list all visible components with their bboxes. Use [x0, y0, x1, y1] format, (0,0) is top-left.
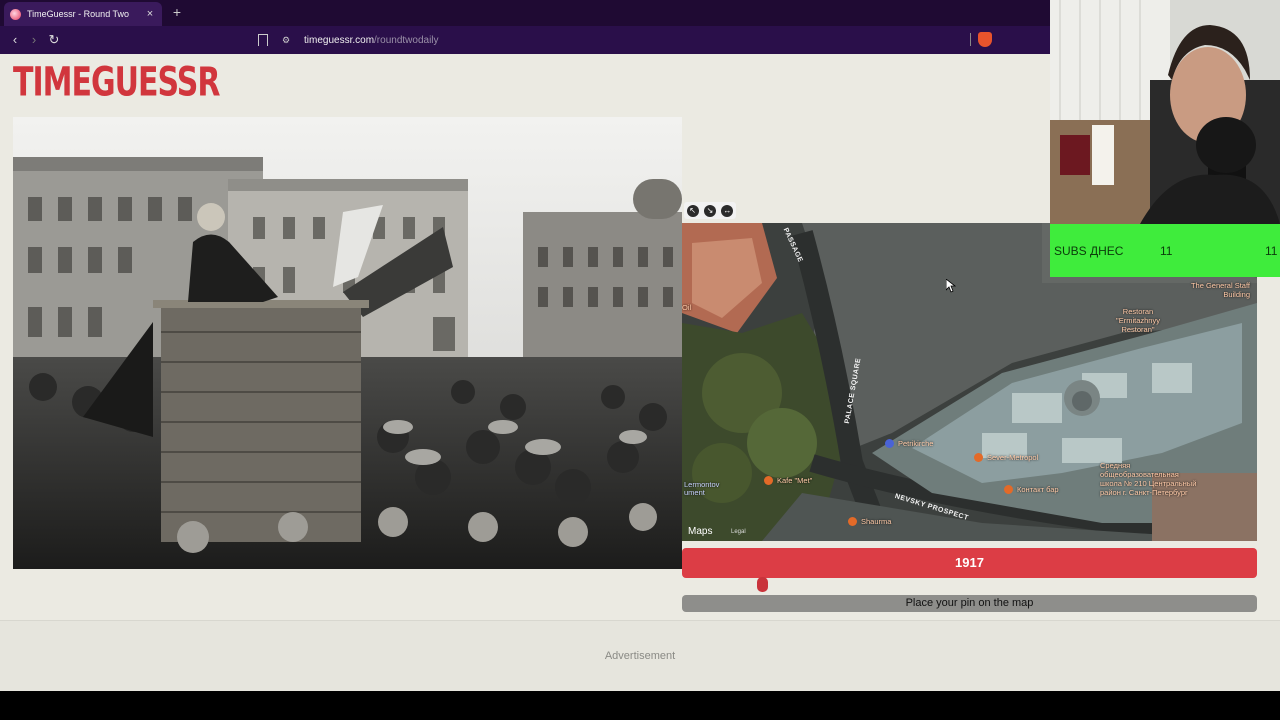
- bottom-black-bar: [0, 691, 1280, 720]
- map-controls: ↖ ↘ ↔: [684, 202, 736, 219]
- map-resize-icon[interactable]: ↔: [721, 204, 734, 217]
- site-favicon-icon: [10, 8, 21, 20]
- restaurant-icon: [848, 517, 857, 526]
- poi-petrikirche[interactable]: Petrikirche: [885, 439, 933, 448]
- subs-count: 11: [1160, 244, 1173, 258]
- poi-label: The General Staff Building: [1190, 281, 1250, 299]
- advertisement-banner: Advertisement: [0, 620, 1280, 691]
- apple-maps-logo: Maps: [688, 526, 713, 537]
- restaurant-icon: [974, 453, 983, 462]
- poi-label: Restoran "Ermitazhnyy Restoran": [1116, 307, 1160, 334]
- poi-restoran[interactable]: Restoran "Ermitazhnyy Restoran": [1100, 307, 1176, 334]
- browser-toolbar: ‹ › ↻ ⚙ timeguessr.com/roundtwodaily: [0, 26, 1050, 54]
- year-slider-thumb[interactable]: [757, 577, 768, 592]
- poi-sever[interactable]: Sever-Metropol: [974, 453, 1038, 462]
- poi-label: Petrikirche: [898, 439, 934, 448]
- poi-oil[interactable]: Oil: [682, 303, 691, 312]
- toolbar-divider: [970, 33, 971, 46]
- browser-tab[interactable]: TimeGuessr - Round Two ×: [4, 2, 162, 26]
- bookmark-icon[interactable]: [258, 34, 268, 46]
- tab-title: TimeGuessr - Round Two: [27, 9, 130, 19]
- place-pin-button[interactable]: Place your pin on the map: [682, 595, 1257, 612]
- poi-label: Sever-Metropol: [987, 453, 1039, 462]
- brave-shield-icon[interactable]: [978, 32, 992, 47]
- map-shrink-icon[interactable]: ↘: [703, 204, 716, 217]
- map-expand-icon[interactable]: ↖: [686, 204, 699, 217]
- subs-counter-overlay: SUBS ДНЕС 11 11: [1050, 224, 1280, 277]
- poi-kafe[interactable]: Kafe "Met": [764, 476, 812, 485]
- bar-icon: [1004, 485, 1013, 494]
- webcam-overlay: [1050, 0, 1280, 224]
- crowd-rally-photo: [13, 117, 682, 569]
- advertisement-label: Advertisement: [604, 650, 676, 662]
- site-settings-icon[interactable]: ⚙: [282, 35, 294, 45]
- mouse-cursor-icon: [946, 279, 956, 293]
- year-display: 1917: [682, 548, 1257, 578]
- poi-label: Контакт бар: [1017, 485, 1059, 494]
- poi-school[interactable]: Средняя общеобразовательная школа № 210 …: [1100, 461, 1200, 497]
- browser-tab-bar: TimeGuessr - Round Two × +: [0, 0, 1050, 26]
- poi-label: Средняя общеобразовательная школа № 210 …: [1100, 461, 1197, 497]
- forward-icon[interactable]: ›: [26, 32, 42, 48]
- screen: TimeGuessr - Round Two × + ‹ › ↻ ⚙ timeg…: [0, 0, 1280, 720]
- poi-label: Kafe "Met": [777, 476, 813, 485]
- back-icon[interactable]: ‹: [7, 32, 23, 48]
- streamer-webcam-image: [1050, 0, 1280, 224]
- reload-icon[interactable]: ↻: [46, 32, 62, 48]
- poi-kontakt[interactable]: Контакт бар: [1004, 485, 1059, 494]
- poi-label: Oil: [682, 303, 692, 312]
- address-bar[interactable]: ⚙ timeguessr.com/roundtwodaily: [250, 29, 1000, 51]
- close-tab-icon[interactable]: ×: [144, 8, 156, 20]
- cafe-icon: [764, 476, 773, 485]
- site-logo[interactable]: TIMEGUESSR: [13, 62, 220, 104]
- url-path: /roundtwodaily: [374, 34, 439, 46]
- poi-label: Shaurma: [861, 517, 892, 526]
- subs-label: SUBS ДНЕС: [1054, 244, 1124, 258]
- round-photo: [13, 117, 682, 569]
- year-slider[interactable]: [682, 584, 1257, 586]
- poi-staff-building[interactable]: The General Staff Building: [1182, 281, 1250, 299]
- url-host: timeguessr.com: [304, 34, 375, 46]
- subs-goal: 11: [1265, 244, 1278, 258]
- poi-shaurma[interactable]: Shaurma: [848, 517, 891, 526]
- poi-label: Lermontov ument: [684, 480, 720, 497]
- new-tab-button[interactable]: +: [170, 4, 184, 20]
- poi-lermontov[interactable]: Lermontov ument: [684, 481, 728, 497]
- church-icon: [885, 439, 894, 448]
- map-legal-link[interactable]: Legal: [731, 529, 746, 535]
